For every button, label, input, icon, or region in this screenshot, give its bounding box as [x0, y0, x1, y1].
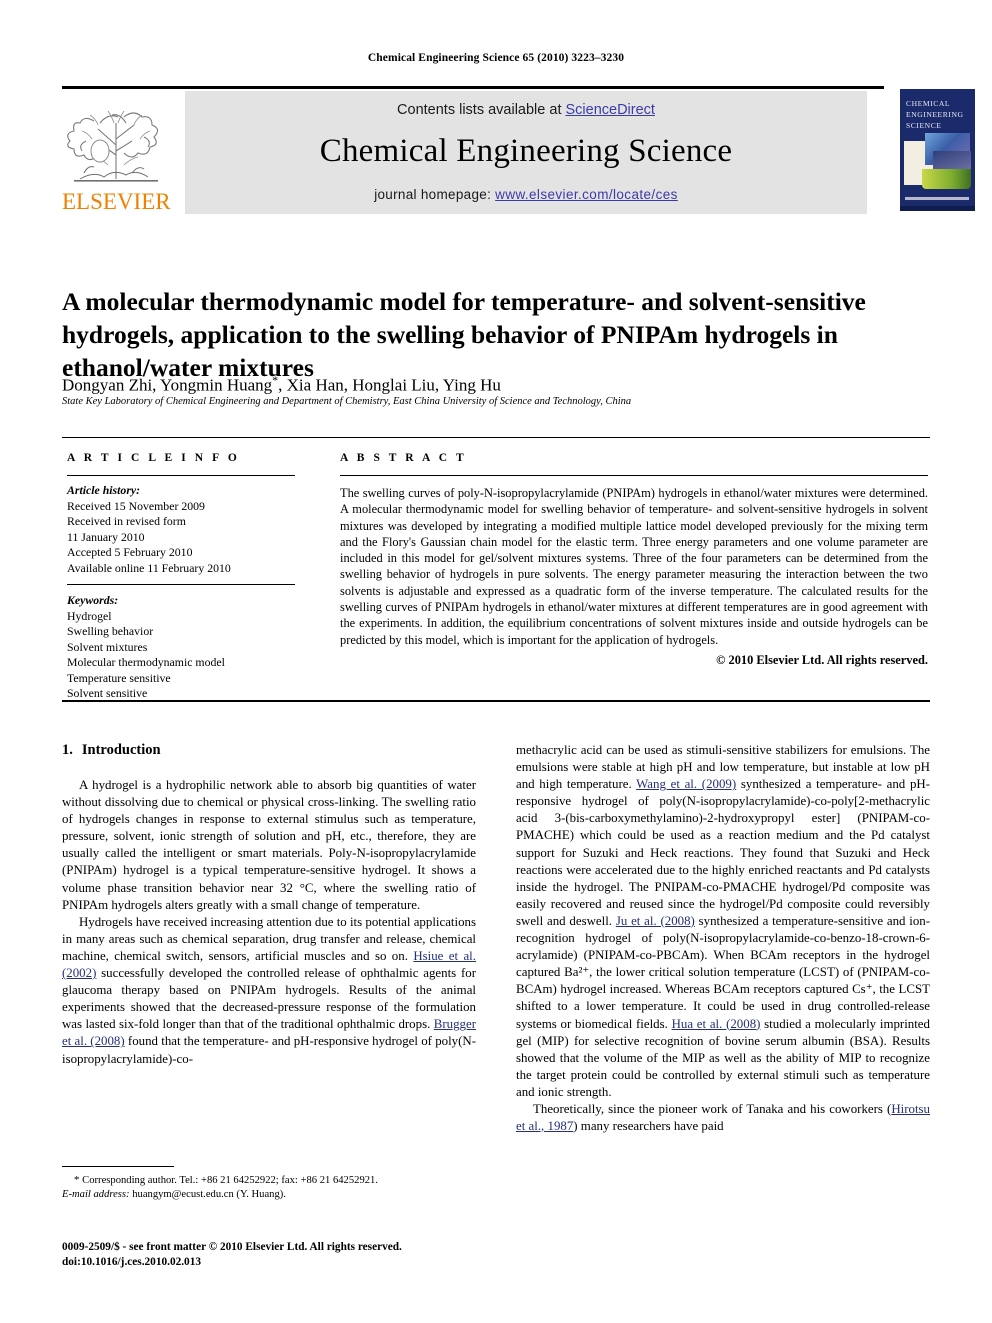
- cover-title-text: CHEMICAL ENGINEERING SCIENCE: [906, 99, 964, 130]
- elsevier-tree-icon: [67, 110, 159, 182]
- para-text: found that the temperature- and pH-respo…: [62, 1034, 477, 1066]
- article-info-rule: [67, 475, 295, 476]
- keyword-item: Temperature sensitive: [67, 670, 171, 685]
- citation-link[interactable]: Hua et al. (2008): [672, 1017, 761, 1031]
- cover-divider: [905, 197, 969, 200]
- journal-title: Chemical Engineering Science: [319, 133, 733, 169]
- contents-panel: Contents lists available at ScienceDirec…: [185, 91, 867, 214]
- info-band-bottom-rule: [62, 700, 930, 702]
- doi-line: doi:10.1016/j.ces.2010.02.013: [62, 1256, 202, 1268]
- paragraph: Theoretically, since the pioneer work of…: [516, 1101, 930, 1135]
- para-text: synthesized a temperature-sensitive and …: [516, 913, 931, 1031]
- authors-first: Dongyan Zhi, Yongmin Huang: [62, 375, 273, 395]
- sciencedirect-link[interactable]: ScienceDirect: [566, 102, 655, 118]
- footnote-block: * Corresponding author. Tel.: +86 21 642…: [62, 1166, 476, 1202]
- history-item: Available online 11 February 2010: [67, 560, 231, 575]
- email-value: huangym@ecust.edu.cn (Y. Huang).: [129, 1189, 286, 1200]
- journal-masthead: ELSEVIER Contents lists available at Sci…: [62, 86, 992, 214]
- article-history-list: Received 15 November 2009 Received in re…: [67, 499, 312, 577]
- article-info-column: A R T I C L E I N F O Article history: R…: [67, 452, 312, 702]
- keywords-rule: [67, 584, 295, 585]
- article-info-heading: A R T I C L E I N F O: [67, 452, 240, 464]
- journal-homepage-line: journal homepage: www.elsevier.com/locat…: [185, 187, 867, 202]
- paragraph: A hydrogel is a hydrophilic network able…: [62, 778, 476, 912]
- para-text: successfully developed the controlled re…: [62, 966, 476, 1032]
- body-column-right: methacrylic acid can be used as stimuli-…: [516, 742, 930, 1135]
- footnote-rule: [62, 1166, 174, 1167]
- section-number: 1.: [62, 742, 73, 758]
- email-label: E-mail address:: [62, 1189, 130, 1200]
- history-item: 11 January 2010: [67, 529, 145, 544]
- section-title: Introduction: [81, 742, 161, 758]
- citation-link[interactable]: Wang et al. (2009): [636, 777, 736, 791]
- footnote-text: Corresponding author. Tel.: +86 21 64252…: [79, 1175, 378, 1186]
- running-head: Chemical Engineering Science 65 (2010) 3…: [367, 52, 625, 64]
- issn-copyright-line: 0009-2509/$ - see front matter © 2010 El…: [62, 1241, 402, 1253]
- journal-homepage-link[interactable]: www.elsevier.com/locate/ces: [495, 187, 678, 202]
- keywords-label: Keywords:: [67, 593, 119, 607]
- author-list: Dongyan Zhi, Yongmin Huang*, Xia Han, Ho…: [62, 369, 907, 397]
- para-text: Theoretically, since the pioneer work of…: [533, 1101, 892, 1116]
- info-band-top-rule: [62, 437, 930, 438]
- abstract-rule: [340, 475, 928, 476]
- paragraph: methacrylic acid can be used as stimuli-…: [516, 742, 930, 1101]
- masthead-top-rule: [62, 86, 930, 89]
- paper-page: Chemical Engineering Science 65 (2010) 3…: [0, 0, 992, 1323]
- keyword-item: Molecular thermodynamic model: [67, 655, 225, 669]
- paragraph: Hydrogels have received increasing atten…: [62, 914, 476, 1068]
- elsevier-wordmark: ELSEVIER: [62, 189, 171, 214]
- cover-artwork: CHEMICAL ENGINEERING SCIENCE: [900, 89, 975, 211]
- para-text: ) many researchers have paid: [573, 1119, 724, 1134]
- history-item: Received in revised form: [67, 514, 186, 528]
- corresponding-author-note: * Corresponding author. Tel.: +86 21 642…: [62, 1173, 476, 1202]
- section-heading-introduction: 1. Introduction: [62, 742, 476, 759]
- history-item: Received 15 November 2009: [67, 498, 205, 513]
- author-affiliation: State Key Laboratory of Chemical Enginee…: [62, 396, 632, 407]
- contents-prefix: Contents lists available at: [397, 102, 566, 118]
- imprint-block: 0009-2509/$ - see front matter © 2010 El…: [62, 1240, 502, 1270]
- contents-available-line: Contents lists available at ScienceDirec…: [185, 102, 867, 118]
- abstract-heading: A B S T R A C T: [340, 452, 467, 464]
- authors-rest: , Xia Han, Honglai Liu, Ying Hu: [278, 375, 501, 395]
- cover-bottom-bar: [900, 206, 975, 211]
- body-column-left: 1. Introduction A hydrogel is a hydrophil…: [62, 742, 476, 1068]
- abstract-copyright: © 2010 Elsevier Ltd. All rights reserved…: [716, 652, 928, 667]
- keyword-item: Hydrogel: [67, 608, 112, 623]
- elsevier-logo: ELSEVIER: [62, 91, 171, 214]
- article-history-label: Article history:: [67, 483, 141, 497]
- homepage-prefix: journal homepage:: [374, 187, 496, 202]
- keyword-item: Swelling behavior: [67, 624, 154, 638]
- para-text: synthesized a temperature- and pH-respon…: [516, 777, 930, 928]
- history-item: Accepted 5 February 2010: [67, 545, 193, 559]
- abstract-text: The swelling curves of poly-N-isopropyla…: [340, 486, 928, 647]
- keyword-item: Solvent mixtures: [67, 639, 148, 654]
- keywords-list: Hydrogel Swelling behavior Solvent mixtu…: [67, 609, 312, 702]
- cover-shape-green: [922, 169, 971, 189]
- journal-cover-thumbnail: CHEMICAL ENGINEERING SCIENCE: [884, 86, 992, 214]
- citation-link[interactable]: Ju et al. (2008): [616, 914, 695, 928]
- abstract-column: A B S T R A C T The swelling curves of p…: [340, 452, 928, 668]
